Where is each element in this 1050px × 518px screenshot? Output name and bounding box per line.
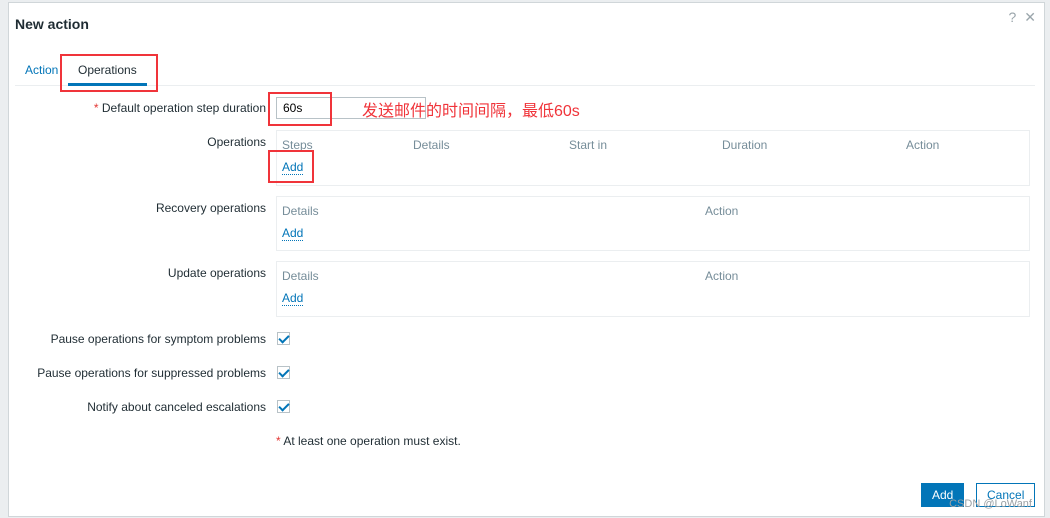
recovery-operations-table: Details Action Add [276, 196, 1030, 251]
column-header: Start in [569, 138, 608, 152]
recovery-operations-label: Recovery operations [155, 201, 266, 215]
pause-suppressed-checkbox[interactable] [277, 366, 290, 379]
column-header: Details [282, 269, 319, 283]
tab-bar: Action Operations [15, 57, 1035, 86]
pause-symptom-label: Pause operations for symptom problems [50, 332, 266, 346]
update-operations-table: Details Action Add [276, 261, 1030, 317]
step-duration-label: * Default operation step duration [93, 101, 266, 115]
highlight-box [268, 92, 332, 126]
notify-canceled-label: Notify about canceled escalations [87, 400, 266, 414]
new-action-dialog: New action ? ✕ Action Operations * Defaul… [8, 2, 1045, 517]
column-header: Details [413, 138, 450, 152]
column-header: Duration [722, 138, 768, 152]
close-icon[interactable]: ✕ [1024, 9, 1036, 25]
watermark: CSDN @LoWanf [949, 498, 1032, 510]
pause-suppressed-label: Pause operations for suppressed problems [37, 366, 266, 380]
add-update-operation-link[interactable]: Add [282, 291, 304, 306]
add-recovery-operation-link[interactable]: Add [282, 226, 304, 241]
column-header: Action [705, 204, 739, 218]
annotation-text: 发送邮件的时间间隔，最低60s [362, 103, 580, 120]
column-header: Action [906, 138, 940, 152]
column-header: Details [282, 204, 319, 218]
validation-message: * At least one operation must exist. [276, 434, 461, 448]
pause-symptom-checkbox[interactable] [277, 332, 290, 345]
operations-table: Steps Details Start in Duration Action A… [276, 130, 1030, 186]
operations-label: Operations [207, 135, 266, 149]
column-header: Action [705, 269, 739, 283]
highlight-box [60, 54, 158, 92]
notify-canceled-checkbox[interactable] [277, 400, 290, 413]
dialog-title: New action [15, 16, 89, 32]
update-operations-label: Update operations [167, 266, 266, 280]
tab-action[interactable]: Action [25, 63, 58, 77]
question-icon[interactable]: ? [1008, 9, 1016, 25]
highlight-box [268, 150, 314, 183]
